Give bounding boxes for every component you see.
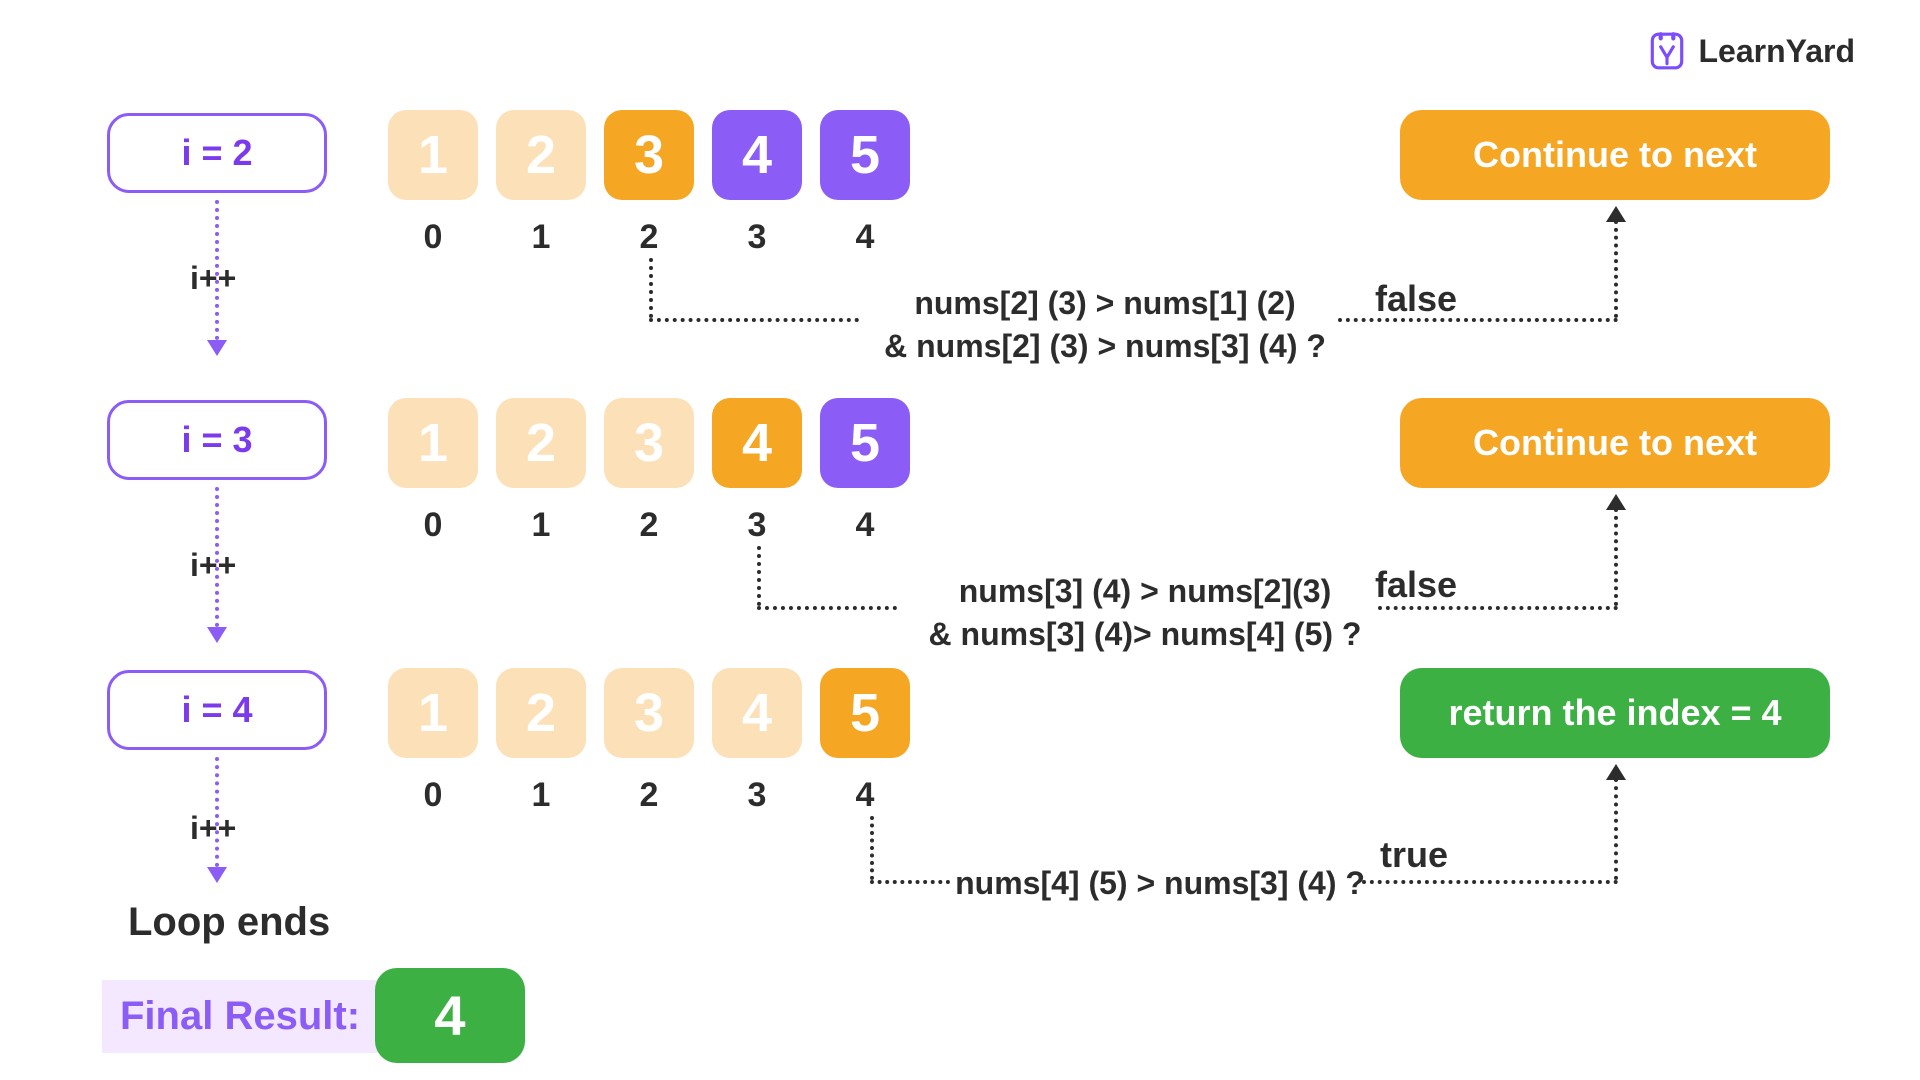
path-arrowhead-row2 bbox=[1606, 494, 1626, 510]
array-index: 4 bbox=[820, 776, 910, 815]
array-cell: 4 bbox=[712, 110, 802, 200]
condition-row1: nums[2] (3) > nums[1] (2) & nums[2] (3) … bbox=[860, 282, 1350, 368]
array-cell: 1 bbox=[388, 668, 478, 758]
condition-line1: nums[4] (5) > nums[3] (4) ? bbox=[955, 865, 1365, 901]
action-box-row3: return the index = 4 bbox=[1400, 668, 1830, 758]
array-cell: 2 bbox=[496, 398, 586, 488]
i-label-box-row2: i = 3 bbox=[107, 400, 327, 480]
array-cell: 5 bbox=[820, 398, 910, 488]
array-cell: 1 bbox=[388, 398, 478, 488]
array-index: 4 bbox=[820, 218, 910, 257]
condition-row3: nums[4] (5) > nums[3] (4) ? bbox=[950, 862, 1370, 905]
condition-line2: & nums[2] (3) > nums[3] (4) ? bbox=[884, 328, 1326, 364]
array-cell: 3 bbox=[604, 668, 694, 758]
condition-line2: & nums[3] (4)> nums[4] (5) ? bbox=[929, 616, 1362, 652]
action-box-row1: Continue to next bbox=[1400, 110, 1830, 200]
index-row2: 01234 bbox=[388, 506, 910, 545]
array-index: 0 bbox=[388, 506, 478, 545]
condition-line1: nums[2] (3) > nums[1] (2) bbox=[914, 285, 1295, 321]
verdict-row1: false bbox=[1375, 278, 1457, 320]
path-h1-row1 bbox=[649, 318, 859, 322]
path-h1-row3 bbox=[870, 880, 950, 884]
array-row2: 12345 bbox=[388, 398, 910, 488]
brand-name: LearnYard bbox=[1698, 33, 1855, 70]
path-v1-row1 bbox=[649, 258, 653, 318]
path-v1-row2 bbox=[757, 546, 761, 606]
i-label-text: i = 2 bbox=[181, 132, 252, 174]
array-cell: 3 bbox=[604, 398, 694, 488]
path-h2-row1 bbox=[1338, 318, 1618, 322]
verdict-row2: false bbox=[1375, 564, 1457, 606]
array-index: 3 bbox=[712, 506, 802, 545]
ipp-label-row1: i++ bbox=[190, 260, 236, 297]
path-h2-row3 bbox=[1362, 880, 1618, 884]
verdict-row3: true bbox=[1380, 834, 1448, 876]
path-arrowhead-row1 bbox=[1606, 206, 1626, 222]
action-text: Continue to next bbox=[1473, 134, 1757, 176]
path-v2-row3 bbox=[1614, 778, 1618, 880]
array-cell: 2 bbox=[496, 110, 586, 200]
final-result-value: 4 bbox=[375, 968, 525, 1063]
array-index: 2 bbox=[604, 218, 694, 257]
final-value-text: 4 bbox=[434, 983, 465, 1048]
i-label-box-row3: i = 4 bbox=[107, 670, 327, 750]
array-index: 4 bbox=[820, 506, 910, 545]
path-v1-row3 bbox=[870, 816, 874, 880]
loop-ends-label: Loop ends bbox=[128, 900, 330, 945]
array-index: 1 bbox=[496, 506, 586, 545]
array-row1: 12345 bbox=[388, 110, 910, 200]
array-cell: 5 bbox=[820, 110, 910, 200]
index-row3: 01234 bbox=[388, 776, 910, 815]
array-cell: 4 bbox=[712, 398, 802, 488]
array-cell: 4 bbox=[712, 668, 802, 758]
ipp-label-row3: i++ bbox=[190, 810, 236, 847]
path-arrowhead-row3 bbox=[1606, 764, 1626, 780]
path-v2-row1 bbox=[1614, 220, 1618, 318]
i-label-text: i = 4 bbox=[181, 689, 252, 731]
array-cell: 1 bbox=[388, 110, 478, 200]
array-index: 2 bbox=[604, 506, 694, 545]
path-h2-row2 bbox=[1378, 606, 1618, 610]
action-box-row2: Continue to next bbox=[1400, 398, 1830, 488]
array-index: 2 bbox=[604, 776, 694, 815]
action-text: return the index = 4 bbox=[1448, 692, 1781, 734]
array-index: 0 bbox=[388, 776, 478, 815]
i-label-text: i = 3 bbox=[181, 419, 252, 461]
condition-row2: nums[3] (4) > nums[2](3) & nums[3] (4)> … bbox=[900, 570, 1390, 656]
learnyard-icon bbox=[1646, 30, 1688, 72]
action-text: Continue to next bbox=[1473, 422, 1757, 464]
condition-line1: nums[3] (4) > nums[2](3) bbox=[959, 573, 1331, 609]
array-cell: 2 bbox=[496, 668, 586, 758]
final-result-label: Final Result: bbox=[102, 980, 378, 1053]
array-index: 1 bbox=[496, 776, 586, 815]
ipp-label-row2: i++ bbox=[190, 547, 236, 584]
array-index: 0 bbox=[388, 218, 478, 257]
path-v2-row2 bbox=[1614, 508, 1618, 606]
array-index: 1 bbox=[496, 218, 586, 257]
array-row3: 12345 bbox=[388, 668, 910, 758]
brand-logo: LearnYard bbox=[1646, 30, 1855, 72]
array-index: 3 bbox=[712, 218, 802, 257]
array-cell: 5 bbox=[820, 668, 910, 758]
path-h1-row2 bbox=[757, 606, 897, 610]
i-label-box-row1: i = 2 bbox=[107, 113, 327, 193]
index-row1: 01234 bbox=[388, 218, 910, 257]
array-cell: 3 bbox=[604, 110, 694, 200]
array-index: 3 bbox=[712, 776, 802, 815]
